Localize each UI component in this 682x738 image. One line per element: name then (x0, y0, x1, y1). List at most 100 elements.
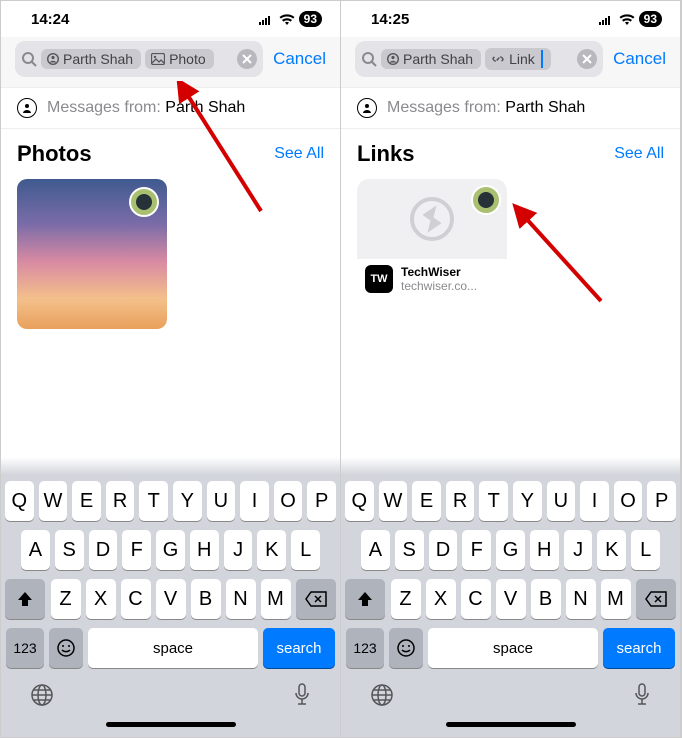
space-key[interactable]: space (88, 628, 258, 668)
key-m[interactable]: M (261, 579, 291, 619)
home-indicator[interactable] (446, 722, 576, 727)
key-x[interactable]: X (86, 579, 116, 619)
wifi-icon (279, 11, 295, 28)
numeric-key[interactable]: 123 (6, 628, 44, 668)
section-header: Links See All (341, 129, 680, 173)
person-chip[interactable]: Parth Shah (41, 49, 141, 69)
key-q[interactable]: Q (5, 481, 34, 521)
key-f[interactable]: F (462, 530, 491, 570)
numeric-key[interactable]: 123 (346, 628, 384, 668)
see-all-link[interactable]: See All (614, 145, 664, 163)
dictation-icon[interactable] (292, 682, 312, 713)
keyboard-row-2: ASDFGHJKL (5, 530, 336, 570)
key-p[interactable]: P (307, 481, 336, 521)
key-u[interactable]: U (547, 481, 576, 521)
key-n[interactable]: N (226, 579, 256, 619)
keyboard-row-2: ASDFGHJKL (345, 530, 676, 570)
key-o[interactable]: O (274, 481, 303, 521)
signal-icon (259, 11, 275, 28)
cancel-button[interactable]: Cancel (613, 49, 666, 69)
key-w[interactable]: W (379, 481, 408, 521)
search-key[interactable]: search (263, 628, 335, 668)
key-f[interactable]: F (122, 530, 151, 570)
key-v[interactable]: V (156, 579, 186, 619)
key-s[interactable]: S (55, 530, 84, 570)
search-field[interactable]: Parth Shah Photo (15, 41, 263, 77)
key-w[interactable]: W (39, 481, 68, 521)
key-z[interactable]: Z (391, 579, 421, 619)
key-e[interactable]: E (72, 481, 101, 521)
home-indicator[interactable] (106, 722, 236, 727)
battery-badge: 93 (639, 11, 662, 27)
key-v[interactable]: V (496, 579, 526, 619)
person-icon (387, 53, 399, 65)
key-a[interactable]: A (361, 530, 390, 570)
key-i[interactable]: I (240, 481, 269, 521)
key-i[interactable]: I (580, 481, 609, 521)
person-chip[interactable]: Parth Shah (381, 49, 481, 69)
key-k[interactable]: K (597, 530, 626, 570)
see-all-link[interactable]: See All (274, 145, 324, 163)
type-chip[interactable]: Link (485, 48, 551, 70)
shift-key[interactable] (345, 579, 385, 619)
dictation-icon[interactable] (632, 682, 652, 713)
key-t[interactable]: T (479, 481, 508, 521)
emoji-key[interactable] (49, 628, 83, 668)
key-u[interactable]: U (207, 481, 236, 521)
key-l[interactable]: L (291, 530, 320, 570)
clear-search-button[interactable] (577, 49, 597, 69)
shift-key[interactable] (5, 579, 45, 619)
search-row: Parth Shah Photo Cancel (1, 37, 340, 88)
key-c[interactable]: C (121, 579, 151, 619)
key-d[interactable]: D (429, 530, 458, 570)
emoji-key[interactable] (389, 628, 423, 668)
globe-icon[interactable] (369, 682, 395, 713)
text-cursor (541, 50, 543, 68)
key-o[interactable]: O (614, 481, 643, 521)
link-result[interactable]: TW TechWiser techwiser.co... (357, 179, 507, 300)
messages-from-row[interactable]: Messages from: Parth Shah (1, 88, 340, 129)
key-r[interactable]: R (106, 481, 135, 521)
key-l[interactable]: L (631, 530, 660, 570)
key-h[interactable]: H (190, 530, 219, 570)
key-s[interactable]: S (395, 530, 424, 570)
key-b[interactable]: B (191, 579, 221, 619)
person-icon (17, 98, 37, 118)
key-m[interactable]: M (601, 579, 631, 619)
backspace-key[interactable] (636, 579, 676, 619)
keyboard-row-4: 123 space search (345, 628, 676, 674)
key-y[interactable]: Y (513, 481, 542, 521)
key-x[interactable]: X (426, 579, 456, 619)
space-key[interactable]: space (428, 628, 598, 668)
key-p[interactable]: P (647, 481, 676, 521)
annotation-arrow (511, 201, 611, 311)
key-j[interactable]: J (224, 530, 253, 570)
backspace-key[interactable] (296, 579, 336, 619)
key-z[interactable]: Z (51, 579, 81, 619)
key-r[interactable]: R (446, 481, 475, 521)
key-e[interactable]: E (412, 481, 441, 521)
key-h[interactable]: H (530, 530, 559, 570)
key-y[interactable]: Y (173, 481, 202, 521)
key-t[interactable]: T (139, 481, 168, 521)
key-a[interactable]: A (21, 530, 50, 570)
key-b[interactable]: B (531, 579, 561, 619)
battery-badge: 93 (299, 11, 322, 27)
type-chip[interactable]: Photo (145, 49, 214, 69)
globe-icon[interactable] (29, 682, 55, 713)
search-key[interactable]: search (603, 628, 675, 668)
key-q[interactable]: Q (345, 481, 374, 521)
key-g[interactable]: G (156, 530, 185, 570)
key-g[interactable]: G (496, 530, 525, 570)
from-label: Messages from: (47, 99, 161, 116)
key-d[interactable]: D (89, 530, 118, 570)
photo-result[interactable] (17, 179, 167, 329)
messages-from-row[interactable]: Messages from: Parth Shah (341, 88, 680, 129)
key-n[interactable]: N (566, 579, 596, 619)
key-c[interactable]: C (461, 579, 491, 619)
key-j[interactable]: J (564, 530, 593, 570)
key-k[interactable]: K (257, 530, 286, 570)
search-field[interactable]: Parth Shah Link (355, 41, 603, 77)
cancel-button[interactable]: Cancel (273, 49, 326, 69)
clear-search-button[interactable] (237, 49, 257, 69)
